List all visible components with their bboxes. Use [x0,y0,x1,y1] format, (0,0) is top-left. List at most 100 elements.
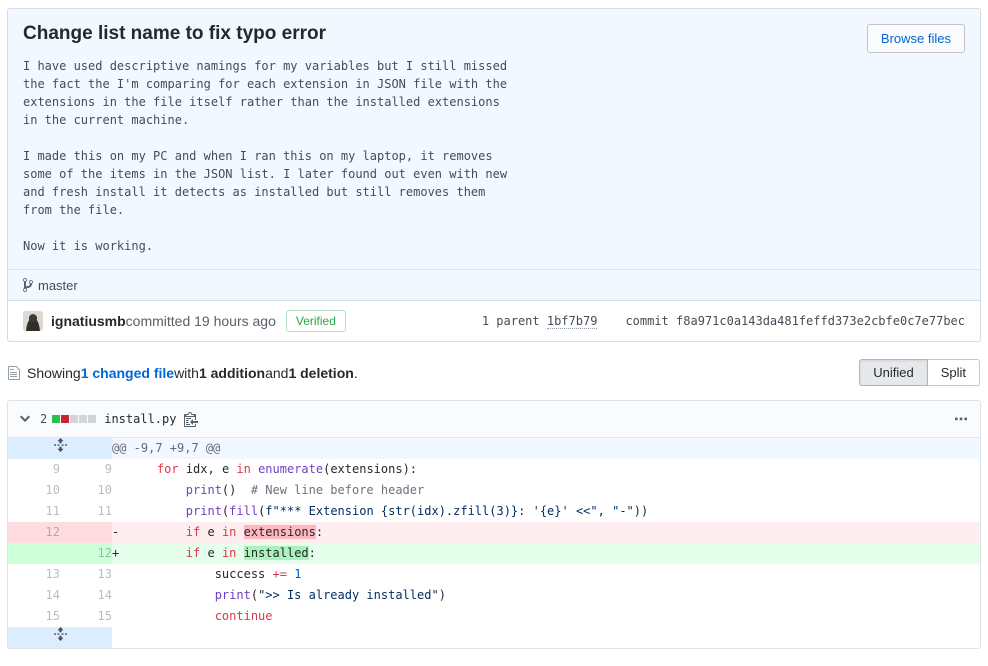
unified-view-button[interactable]: Unified [859,359,927,386]
code-token: (extensions): [323,462,417,476]
old-line-number[interactable]: 9 [8,459,60,480]
commit-description: I have used descriptive namings for my v… [8,49,980,269]
code-token: continue [215,609,273,623]
file-diff-box: 2 install.py @@ -9,7 +9,7 @@99 for idx, … [7,400,981,649]
code-token: in [222,525,236,539]
commit-summary-box: Change list name to fix typo error Brows… [7,8,981,342]
and-text: and [265,365,288,381]
diffstat-block-added [52,415,60,423]
split-view-button[interactable]: Split [928,359,980,386]
old-line-number[interactable]: 12 [8,522,60,543]
commit-hash: f8a971c0a143da481feffd373e2cbfe0c7e77bec [676,314,965,328]
code-token: if [186,546,200,560]
code-line: print() # New line before header [112,480,980,501]
code-line: continue [112,606,980,627]
code-token [128,546,186,560]
file-changes-count: 2 [40,412,47,426]
expand-diff-icon[interactable] [8,438,112,459]
diff-toolbar: Showing 1 changed file with 1 addition a… [8,359,980,386]
diff-row-add: 12+ if e in installed: [8,543,980,564]
code-line: print(">> Is already installed") [112,585,980,606]
new-line-number[interactable]: 9 [60,459,112,480]
new-line-number[interactable]: 13 [60,564,112,585]
branch-row: master [8,269,980,300]
old-line-number[interactable]: 14 [8,585,60,606]
line-marker: + [112,543,128,564]
diff-row-context: 1414 print(">> Is already installed") [8,585,980,606]
code-token: e [200,546,222,560]
code-token: () [222,483,251,497]
diff-view-switch: Unified Split [859,359,980,386]
diff-row-expand [8,627,980,648]
diffstat-block-deleted [61,415,69,423]
old-line-number[interactable] [8,543,60,564]
browse-files-button[interactable]: Browse files [867,24,965,53]
git-branch-icon [23,277,33,293]
new-line-number[interactable]: 14 [60,585,112,606]
commit-hashes: 1 parent 1bf7b79 commit f8a971c0a143da48… [482,314,965,328]
code-token: print [186,504,222,518]
code-token: enumerate [258,462,323,476]
line-marker: - [112,522,128,543]
changed-files-link[interactable]: 1 changed file [81,365,174,381]
code-token: installed [244,546,309,560]
code-token: success [128,567,273,581]
code-token: , [598,504,612,518]
code-token: ) [439,588,446,602]
code-token [236,546,243,560]
code-token: 1 [294,567,301,581]
new-line-number[interactable]: 12 [60,543,112,564]
code-token: f"*** Extension {str(idx).zfill(3)}: '{e… [265,504,597,518]
copy-file-path-icon[interactable] [184,411,198,427]
author-avatar[interactable] [23,311,43,331]
new-line-number[interactable]: 15 [60,606,112,627]
branch-name[interactable]: master [38,278,78,293]
parent-hash-link[interactable]: 1bf7b79 [547,314,598,329]
code-token: print [186,483,222,497]
parent-info: 1 parent 1bf7b79 [482,314,598,328]
code-token: # New line before header [251,483,424,497]
commit-info: commit f8a971c0a143da481feffd373e2cbfe0c… [625,314,965,328]
code-token [128,525,186,539]
old-line-number[interactable]: 10 [8,480,60,501]
code-token: idx, e [179,462,237,476]
code-line: success += 1 [112,564,980,585]
new-line-number[interactable]: 10 [60,480,112,501]
diffstat-block-neutral [70,415,78,423]
committed-time: committed 19 hours ago [126,313,276,329]
code-token: for [157,462,179,476]
code-token: if [186,525,200,539]
diff-row-context: 1313 success += 1 [8,564,980,585]
code-token: print [215,588,251,602]
code-line: for idx, e in enumerate(extensions): [112,459,980,480]
old-line-number[interactable]: 13 [8,564,60,585]
code-line: print(fill(f"*** Extension {str(idx).zfi… [112,501,980,522]
diff-row-context: 99 for idx, e in enumerate(extensions): [8,459,980,480]
author-name[interactable]: ignatiusmb [51,313,126,329]
diff-row-del: 12- if e in extensions: [8,522,980,543]
diff-table: @@ -9,7 +9,7 @@99 for idx, e in enumerat… [8,438,980,648]
code-token: : [309,546,316,560]
new-line-number[interactable]: 11 [60,501,112,522]
kebab-menu-icon[interactable] [954,411,968,427]
new-line-number[interactable] [60,522,112,543]
code-token: )) [634,504,648,518]
diff-row-context: 1111 print(fill(f"*** Extension {str(idx… [8,501,980,522]
diffstat-block-neutral [88,415,96,423]
hunk-header-text: @@ -9,7 +9,7 @@ [112,438,980,459]
code-token: extensions [244,525,316,539]
old-line-number[interactable]: 15 [8,606,60,627]
code-token: in [236,462,250,476]
chevron-down-icon[interactable] [20,411,30,427]
code-token: += [273,567,287,581]
file-name-link[interactable]: install.py [104,412,176,426]
code-token [128,462,157,476]
diffstat-blocks [52,415,96,423]
commit-meta-bar: ignatiusmb committed 19 hours ago Verifi… [8,300,980,341]
verified-badge[interactable]: Verified [286,310,346,332]
code-token [251,462,258,476]
code-token: fill [229,504,258,518]
old-line-number[interactable]: 11 [8,501,60,522]
code-token: ( [251,588,258,602]
expand-diff-icon[interactable] [8,627,112,648]
